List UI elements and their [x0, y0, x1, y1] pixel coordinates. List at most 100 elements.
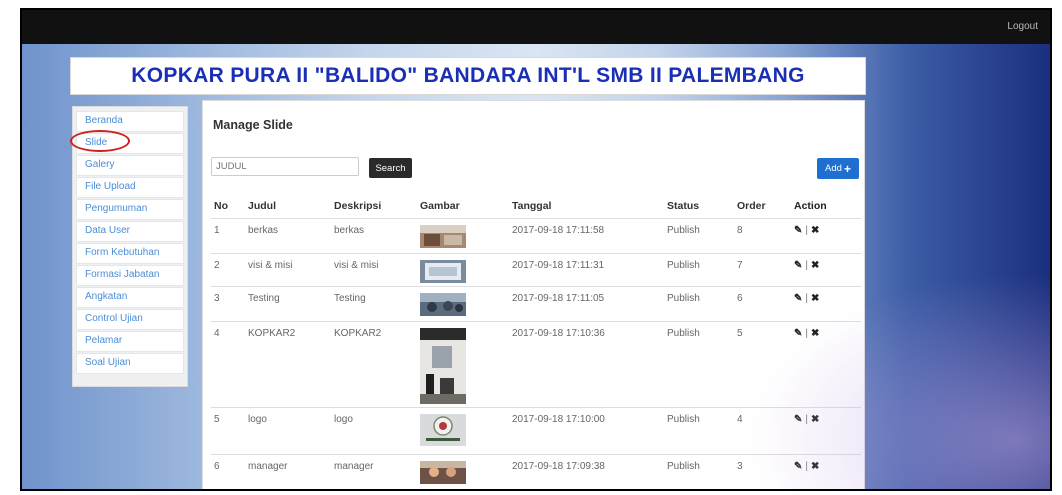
site-title: KOPKAR PURA II "BALIDO" BANDARA INT'L SM…	[131, 64, 805, 87]
cell-status: Publish	[667, 328, 700, 339]
cell-gambar	[420, 225, 512, 253]
cell-action: ✎ | ✖	[792, 328, 861, 407]
sidebar-item-slide[interactable]: Slide	[76, 133, 184, 154]
sidebar-item-pengumuman[interactable]: Pengumuman	[76, 199, 184, 220]
column-header-deskripsi: Deskripsi	[334, 200, 382, 212]
cell-tanggal: 2017-09-18 17:11:58	[512, 225, 605, 236]
action-separator: |	[805, 414, 808, 425]
cell-order: 6	[737, 293, 743, 304]
cell-tanggal: 2017-09-18 17:11:05	[512, 293, 605, 304]
column-header-gambar: Gambar	[420, 200, 460, 212]
search-input[interactable]	[211, 157, 359, 176]
photo-thumbnail-icon	[420, 293, 466, 316]
column-header-judul: Judul	[248, 200, 276, 212]
manage-slide-panel: Manage Slide Search Add + No Judul Deskr…	[202, 100, 865, 489]
table-row: 1 berkas berkas 2017-09-18 17:11:58 Publ…	[211, 218, 861, 253]
cell-action: ✎ | ✖	[792, 461, 861, 489]
cell-tanggal: 2017-09-18 17:09:38	[512, 461, 605, 472]
browser-frame: Logout KOPKAR PURA II "BALIDO" BANDARA I…	[20, 8, 1052, 491]
action-separator: |	[805, 225, 808, 236]
cell-order: 8	[737, 225, 743, 236]
cell-status: Publish	[667, 414, 700, 425]
delete-icon[interactable]: ✖	[811, 293, 819, 304]
photo-thumbnail-icon	[420, 260, 466, 283]
add-button[interactable]: Add +	[817, 158, 859, 179]
cell-deskripsi: visi & misi	[334, 260, 379, 271]
column-header-tanggal: Tanggal	[512, 200, 552, 212]
table-row: 6 manager manager 2017-09-18 17:09:38 Pu…	[211, 454, 861, 489]
action-separator: |	[805, 461, 808, 472]
column-header-no: No	[214, 200, 228, 212]
top-navbar: Logout	[22, 10, 1050, 44]
cell-no: 1	[214, 225, 220, 236]
sidebar-item-galery[interactable]: Galery	[76, 155, 184, 176]
page-title: Manage Slide	[213, 118, 293, 132]
cell-gambar	[420, 328, 512, 407]
delete-icon[interactable]: ✖	[811, 328, 819, 339]
cell-gambar	[420, 260, 512, 286]
sidebar-item-control-ujian[interactable]: Control Ujian	[76, 309, 184, 330]
sidebar-item-data-user[interactable]: Data User	[76, 221, 184, 242]
photo-thumbnail-icon	[420, 461, 466, 484]
edit-icon[interactable]: ✎	[794, 225, 802, 236]
logout-link[interactable]: Logout	[1007, 21, 1038, 32]
slide-table: No Judul Deskripsi Gambar Tanggal Status…	[211, 194, 861, 489]
sidebar-item-pelamar[interactable]: Pelamar	[76, 331, 184, 352]
cell-gambar	[420, 293, 512, 321]
delete-icon[interactable]: ✖	[811, 225, 819, 236]
table-row: 4 KOPKAR2 KOPKAR2 2017-09-18 17:10:36 Pu…	[211, 321, 861, 407]
cell-deskripsi: Testing	[334, 293, 366, 304]
column-header-order: Order	[737, 200, 766, 212]
cell-judul: logo	[248, 414, 267, 425]
cell-tanggal: 2017-09-18 17:10:36	[512, 328, 605, 339]
cell-judul: KOPKAR2	[248, 328, 296, 339]
sidebar-item-beranda[interactable]: Beranda	[76, 111, 184, 132]
photo-thumbnail-icon	[420, 225, 466, 248]
cell-order: 5	[737, 328, 743, 339]
edit-icon[interactable]: ✎	[794, 260, 802, 271]
cell-no: 3	[214, 293, 220, 304]
cell-tanggal: 2017-09-18 17:10:00	[512, 414, 605, 425]
sidebar-item-formasi-jabatan[interactable]: Formasi Jabatan	[76, 265, 184, 286]
cell-action: ✎ | ✖	[792, 260, 861, 286]
sidebar-item-soal-ujian[interactable]: Soal Ujian	[76, 353, 184, 374]
cell-order: 4	[737, 414, 743, 425]
cell-no: 5	[214, 414, 220, 425]
plus-icon: +	[843, 161, 851, 176]
cell-status: Publish	[667, 225, 700, 236]
action-separator: |	[805, 293, 808, 304]
search-button[interactable]: Search	[369, 158, 412, 178]
edit-icon[interactable]: ✎	[794, 293, 802, 304]
cell-status: Publish	[667, 461, 700, 472]
table-row: 5 logo logo 2017-09-18 17:10:00 Publish …	[211, 407, 861, 454]
column-header-status: Status	[667, 200, 700, 212]
sidebar-item-file-upload[interactable]: File Upload	[76, 177, 184, 198]
action-separator: |	[805, 328, 808, 339]
cell-deskripsi: logo	[334, 414, 353, 425]
cell-status: Publish	[667, 260, 700, 271]
cell-deskripsi: berkas	[334, 225, 365, 236]
cell-judul: manager	[248, 461, 288, 472]
column-header-action: Action	[794, 200, 827, 212]
cell-action: ✎ | ✖	[792, 225, 861, 253]
cell-tanggal: 2017-09-18 17:11:31	[512, 260, 605, 271]
cell-judul: berkas	[248, 225, 279, 236]
sidebar-item-angkatan[interactable]: Angkatan	[76, 287, 184, 308]
sidebar-item-form-kebutuhan[interactable]: Form Kebutuhan	[76, 243, 184, 264]
delete-icon[interactable]: ✖	[811, 414, 819, 425]
sidebar: Beranda Slide Galery File Upload Pengumu…	[72, 106, 188, 387]
cell-status: Publish	[667, 293, 700, 304]
cell-deskripsi: KOPKAR2	[334, 328, 382, 339]
edit-icon[interactable]: ✎	[794, 461, 802, 472]
cell-no: 2	[214, 260, 220, 271]
edit-icon[interactable]: ✎	[794, 328, 802, 339]
table-header: No Judul Deskripsi Gambar Tanggal Status…	[211, 194, 861, 218]
table-row: 3 Testing Testing 2017-09-18 17:11:05 Pu…	[211, 286, 861, 321]
edit-icon[interactable]: ✎	[794, 414, 802, 425]
cell-judul: Testing	[248, 293, 280, 304]
cell-action: ✎ | ✖	[792, 293, 861, 321]
delete-icon[interactable]: ✖	[811, 260, 819, 271]
cell-judul: visi & misi	[248, 260, 293, 271]
cell-gambar	[420, 461, 512, 489]
delete-icon[interactable]: ✖	[811, 461, 819, 472]
